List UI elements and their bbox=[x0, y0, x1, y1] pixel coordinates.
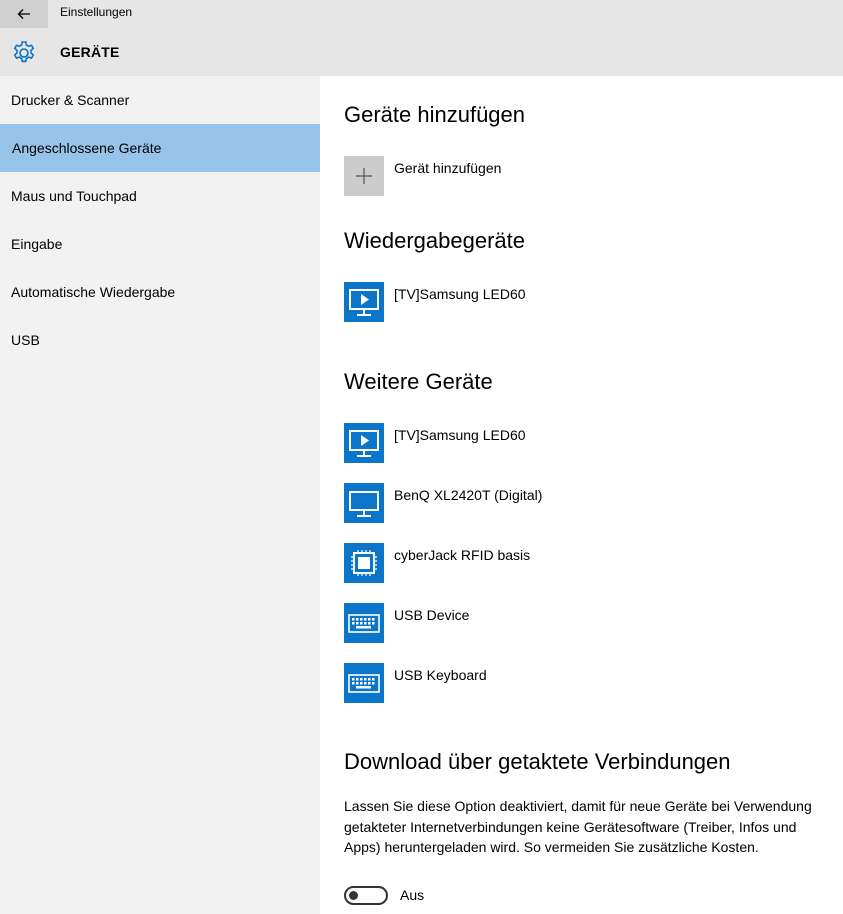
playback-devices-heading: Wiedergabegeräte bbox=[344, 228, 526, 253]
toggle-knob bbox=[349, 891, 358, 900]
sidebar-item-connected-devices[interactable]: Angeschlossene Geräte bbox=[0, 124, 320, 172]
other-devices-heading: Weitere Geräte bbox=[344, 369, 493, 394]
sidebar-item-label: USB bbox=[11, 332, 40, 348]
monitor-icon bbox=[349, 491, 379, 517]
device-name: BenQ XL2420T (Digital) bbox=[394, 487, 543, 503]
metered-download-toggle[interactable] bbox=[344, 886, 388, 905]
device-row[interactable]: cyberJack RFID basis bbox=[344, 543, 744, 583]
toggle-state-label: Aus bbox=[400, 887, 425, 903]
device-name: cyberJack RFID basis bbox=[394, 547, 531, 563]
main-content: Geräte hinzufügen Gerät hinzufügen Wiede… bbox=[320, 76, 843, 914]
device-row[interactable]: [TV]Samsung LED60 bbox=[344, 282, 744, 322]
metered-download-heading: Download über getaktete Verbindungen bbox=[344, 749, 731, 774]
page-title: GERÄTE bbox=[60, 44, 120, 60]
sidebar-item-autoplay[interactable]: Automatische Wiedergabe bbox=[0, 268, 320, 316]
sidebar-item-label: Angeschlossene Geräte bbox=[12, 140, 162, 156]
sidebar-item-mouse-touchpad[interactable]: Maus und Touchpad bbox=[0, 172, 320, 220]
tv-play-icon bbox=[349, 289, 379, 316]
device-row[interactable]: [TV]Samsung LED60 bbox=[344, 423, 744, 463]
back-button[interactable] bbox=[0, 0, 48, 28]
sidebar: Drucker & Scanner Angeschlossene Geräte … bbox=[0, 76, 320, 914]
device-name: [TV]Samsung LED60 bbox=[394, 427, 526, 443]
add-device-button[interactable] bbox=[344, 156, 384, 196]
add-device-label[interactable]: Gerät hinzufügen bbox=[394, 160, 501, 176]
add-devices-heading: Geräte hinzufügen bbox=[344, 102, 526, 127]
device-name: USB Device bbox=[394, 607, 470, 623]
sidebar-item-usb[interactable]: USB bbox=[0, 316, 320, 364]
sidebar-item-input[interactable]: Eingabe bbox=[0, 220, 320, 268]
plus-icon bbox=[356, 168, 372, 184]
chip-icon bbox=[351, 550, 377, 576]
sidebar-item-label: Automatische Wiedergabe bbox=[11, 284, 176, 300]
keyboard-icon bbox=[348, 614, 380, 633]
app-title: Einstellungen bbox=[60, 5, 133, 19]
sidebar-item-label: Maus und Touchpad bbox=[11, 188, 137, 204]
device-name: USB Keyboard bbox=[394, 667, 487, 683]
device-row[interactable]: USB Device bbox=[344, 603, 744, 643]
sidebar-item-printers[interactable]: Drucker & Scanner bbox=[0, 76, 320, 124]
title-bar: Einstellungen GERÄTE bbox=[0, 0, 843, 76]
tv-play-icon bbox=[349, 430, 379, 457]
device-name: [TV]Samsung LED60 bbox=[394, 286, 526, 302]
sidebar-item-label: Eingabe bbox=[11, 236, 63, 252]
back-arrow-icon bbox=[17, 9, 30, 19]
sidebar-item-label: Drucker & Scanner bbox=[11, 92, 130, 108]
metered-download-description: Lassen Sie diese Option deaktiviert, dam… bbox=[344, 798, 812, 855]
keyboard-icon bbox=[348, 674, 380, 693]
device-row[interactable]: BenQ XL2420T (Digital) bbox=[344, 483, 744, 523]
device-row[interactable]: USB Keyboard bbox=[344, 663, 744, 703]
gear-icon bbox=[13, 41, 35, 63]
